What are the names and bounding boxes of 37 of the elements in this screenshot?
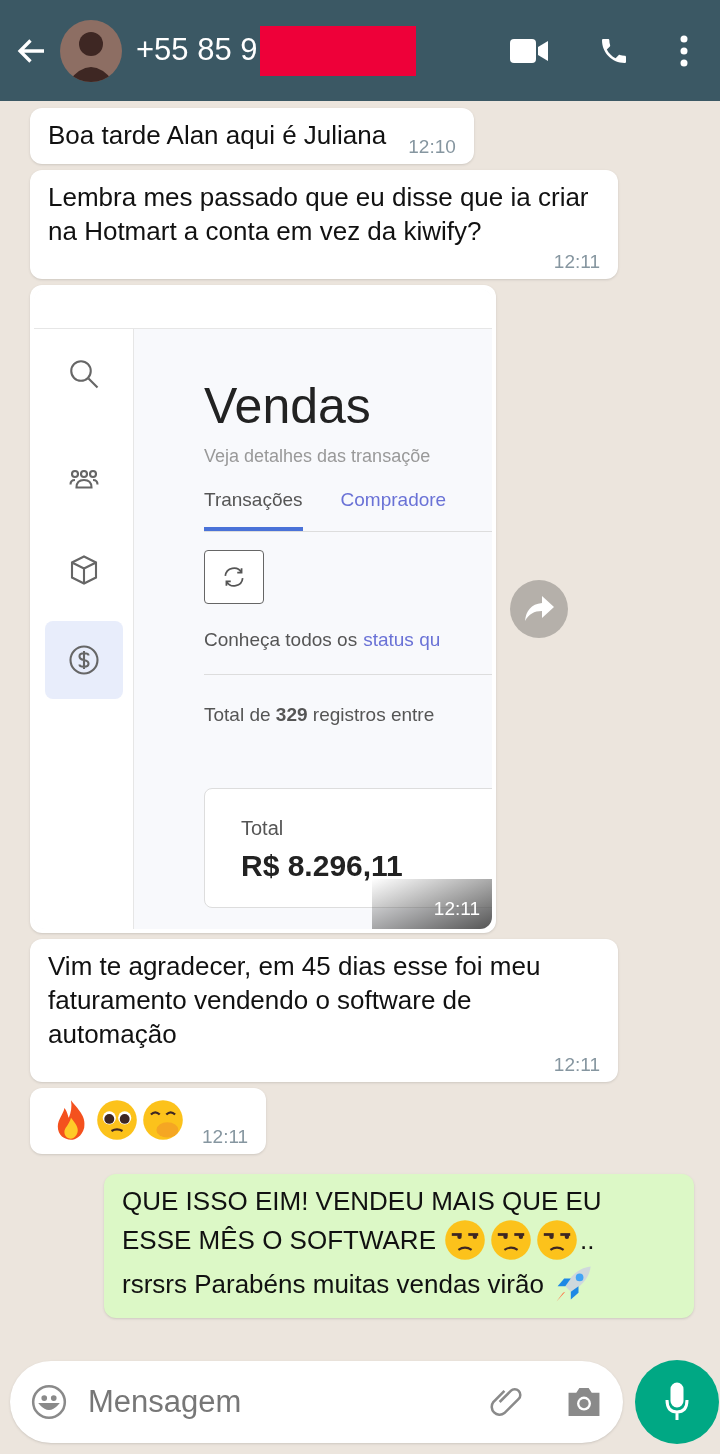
records-summary: Total de 329 registros entre	[204, 703, 436, 727]
message-time: 12:11	[552, 252, 600, 271]
tab[interactable]: Transações	[204, 486, 303, 531]
message-time: 12:10	[407, 137, 456, 156]
message-time: 12:11	[201, 1127, 249, 1146]
card-value: R$ 8.296,11	[241, 847, 404, 884]
message-field[interactable]: Mensagem	[88, 1378, 487, 1426]
refresh-button[interactable]	[204, 549, 264, 604]
tab[interactable]: Compradore	[340, 486, 447, 531]
sidebar-item[interactable]	[44, 621, 123, 699]
status-link[interactable]: status qu	[363, 625, 441, 654]
contact-name[interactable]: +55 85 9	[136, 27, 258, 74]
pleading-face-icon	[95, 1098, 139, 1142]
message-text: Lembra mes passado que eu disse que ia criar na Hotmart a conta em vez da kiwify?	[48, 181, 590, 248]
unamused-face-icon	[488, 1218, 533, 1262]
message-time: 12:11	[433, 896, 480, 921]
page-title: Vendas	[204, 381, 372, 431]
info-text: Conheça todos os	[204, 627, 358, 652]
sales-screenshot[interactable]: Vendas Veja detalhes das transaçõe Transações Compradore Conheça todos os status qu Total de 329 registros entre Total R$ 8.296,11 12:11	[34, 289, 492, 929]
more-options-icon[interactable]	[680, 34, 688, 67]
message-text: QUE ISSO EIM! VENDEU MAIS QUE EU	[122, 1185, 602, 1218]
message-input[interactable]: Mensagem	[10, 1361, 623, 1443]
video-call-icon[interactable]	[510, 37, 548, 64]
page-subtitle: Veja detalhes das transaçõe	[204, 445, 432, 468]
message-text: ..	[579, 1224, 595, 1257]
message-time: 12:11	[552, 1055, 600, 1074]
unamused-face-icon	[442, 1218, 487, 1262]
card-label: Total	[241, 815, 285, 841]
message-text: rsrsrs Parabéns muitas vendas virão	[122, 1268, 544, 1301]
microphone-icon	[664, 1382, 690, 1422]
unamused-face-icon	[534, 1218, 579, 1262]
message-text: Boa tarde Alan aqui é Juliana	[48, 119, 387, 152]
share-arrow-icon	[524, 596, 554, 622]
message-text: ESSE MÊS O SOFTWARE	[122, 1224, 436, 1257]
emoji-icon[interactable]	[30, 1383, 68, 1421]
message-text: Vim te agradecer, em 45 dias esse foi meu faturamento vendendo o software de automação	[48, 950, 542, 1051]
hand-over-mouth-face-icon	[141, 1098, 185, 1142]
